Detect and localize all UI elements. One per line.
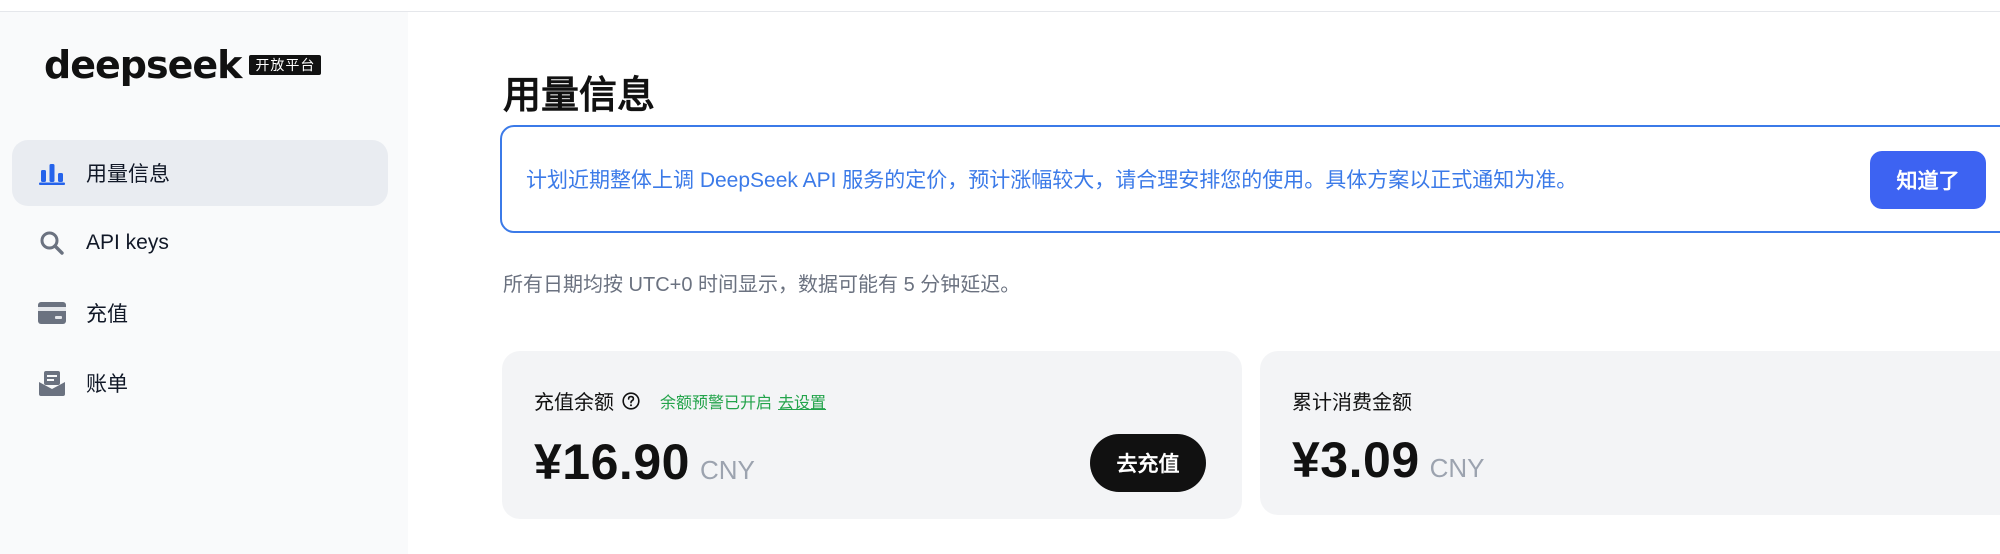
balance-amount: ¥16.90 xyxy=(534,434,690,490)
balance-card: 充值余额 余额预警已开启 去设置 ¥16.90 CNY 去充值 xyxy=(502,351,1242,519)
balance-currency: CNY xyxy=(699,455,755,485)
search-key-icon xyxy=(38,229,66,257)
brand-wordmark: deepseek xyxy=(44,43,242,87)
sidebar-item-usage[interactable]: 用量信息 xyxy=(12,140,388,206)
spend-amount: ¥3.09 xyxy=(1292,432,1420,488)
help-icon[interactable] xyxy=(622,391,640,410)
balance-alert-settings-link[interactable]: 去设置 xyxy=(778,389,826,413)
sidebar-item-api-keys[interactable]: API keys xyxy=(12,210,388,276)
brand-tag: 开放平台 xyxy=(249,55,322,75)
sidebar: deepseek 开放平台 用量信息 API keys 充值 账单 xyxy=(0,12,408,554)
page-title: 用量信息 xyxy=(503,75,656,117)
sidebar-item-billing[interactable]: 账单 xyxy=(12,350,388,416)
topup-button[interactable]: 去充值 xyxy=(1090,434,1206,492)
balance-amount-row: ¥16.90 CNY xyxy=(534,433,755,491)
top-border xyxy=(0,0,2000,12)
spend-currency: CNY xyxy=(1429,453,1485,483)
sidebar-nav: 用量信息 API keys 充值 账单 xyxy=(12,140,388,420)
sidebar-item-label: 账单 xyxy=(86,373,128,396)
spend-card: 累计消费金额 ¥3.09 CNY xyxy=(1260,351,2000,515)
sidebar-item-label: 用量信息 xyxy=(86,163,170,186)
card-icon xyxy=(38,299,66,327)
price-notice-banner: 计划近期整体上调 DeepSeek API 服务的定价，预计涨幅较大，请合理安排… xyxy=(500,125,2000,233)
balance-alert-status: 余额预警已开启 xyxy=(660,394,773,412)
timezone-note: 所有日期均按 UTC+0 时间显示，数据可能有 5 分钟延迟。 xyxy=(503,274,1021,296)
spend-label: 累计消费金额 xyxy=(1292,392,1412,414)
sidebar-item-topup[interactable]: 充值 xyxy=(12,280,388,346)
bar-chart-icon xyxy=(38,159,66,187)
bill-icon xyxy=(38,369,66,397)
spend-card-header: 累计消费金额 xyxy=(1292,386,1412,415)
sidebar-item-label: 充值 xyxy=(86,303,128,326)
spend-amount-row: ¥3.09 CNY xyxy=(1292,431,1485,489)
notice-text: 计划近期整体上调 DeepSeek API 服务的定价，预计涨幅较大，请合理安排… xyxy=(526,169,1578,192)
main-content: 用量信息 计划近期整体上调 DeepSeek API 服务的定价，预计涨幅较大，… xyxy=(408,12,2000,554)
sidebar-item-label: API keys xyxy=(86,231,169,254)
brand-logo[interactable]: deepseek 开放平台 xyxy=(44,43,322,87)
balance-label: 充值余额 xyxy=(534,392,614,414)
balance-card-header: 充值余额 余额预警已开启 去设置 xyxy=(534,386,826,415)
acknowledge-button[interactable]: 知道了 xyxy=(1870,151,1986,209)
